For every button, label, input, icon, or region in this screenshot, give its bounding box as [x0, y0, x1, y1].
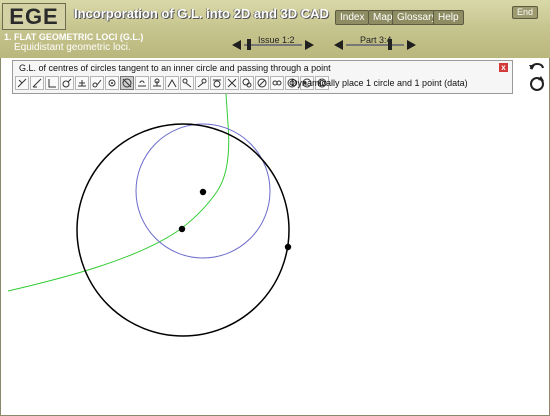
- tool-button-7[interactable]: [105, 76, 119, 90]
- help-button[interactable]: Help: [433, 10, 464, 25]
- issue-next-arrow-icon[interactable]: [305, 40, 314, 50]
- panel-hint: Dynamically place 1 circle and 1 point (…: [291, 78, 468, 88]
- tool-button-14[interactable]: [210, 76, 224, 90]
- section-title: 1. FLAT GEOMETRIC LOCI (G.L.): [4, 32, 144, 42]
- drawing-canvas[interactable]: [0, 94, 550, 414]
- tool-glyph-icon: [272, 80, 282, 86]
- tool-button-4[interactable]: [60, 76, 74, 90]
- tool-glyph-icon: [167, 78, 177, 88]
- tool-glyph-icon: [213, 79, 221, 88]
- tool-button-15[interactable]: [225, 76, 239, 90]
- part-slider-track[interactable]: [346, 44, 404, 46]
- tool-glyph-icon: [182, 78, 192, 88]
- tool-button-9[interactable]: [135, 76, 149, 90]
- issue-prev-arrow-icon[interactable]: [232, 40, 241, 50]
- tool-glyph-icon: [122, 78, 132, 88]
- tool-glyph-icon: [32, 78, 42, 88]
- tool-glyph-icon: [257, 78, 267, 88]
- part-next-arrow-icon[interactable]: [407, 40, 416, 50]
- part-prev-arrow-icon[interactable]: [334, 40, 343, 50]
- tool-glyph-icon: [227, 78, 237, 88]
- issue-slider-track[interactable]: [244, 44, 302, 46]
- app-title: Incorporation of G.L. into 2D and 3D CAD: [74, 6, 329, 21]
- tool-button-1[interactable]: [15, 76, 29, 90]
- panel-title: G.L. of centres of circles tangent to an…: [19, 63, 331, 73]
- tool-glyph-icon: [138, 80, 146, 87]
- section-subtitle: Equidistant geometric loci.: [14, 42, 131, 53]
- tool-button-18[interactable]: [270, 76, 284, 90]
- tool-button-12[interactable]: [180, 76, 194, 90]
- tool-glyph-icon: [78, 80, 86, 87]
- undo-arrow-icon[interactable]: [528, 60, 546, 72]
- tool-glyph-icon: [48, 79, 56, 88]
- redo-circle-icon[interactable]: [528, 74, 546, 92]
- tool-button-3[interactable]: [45, 76, 59, 90]
- tool-glyph-icon: [197, 78, 207, 88]
- tool-button-17[interactable]: [255, 76, 269, 90]
- index-button[interactable]: Index: [335, 10, 370, 25]
- tool-button-6[interactable]: [90, 76, 104, 90]
- inner-circle-center-point[interactable]: [199, 188, 207, 196]
- tool-button-10[interactable]: [150, 76, 164, 90]
- tool-button-16[interactable]: [240, 76, 254, 90]
- end-button[interactable]: End: [512, 6, 539, 19]
- locus-curve: [7, 94, 230, 292]
- tool-glyph-icon: [62, 78, 72, 88]
- tool-glyph-icon: [108, 79, 116, 87]
- locus-center-point[interactable]: [178, 225, 186, 233]
- tool-button-13[interactable]: [195, 76, 209, 90]
- tool-glyph-icon: [153, 78, 161, 87]
- tool-glyph-icon: [242, 78, 252, 88]
- tool-button-5[interactable]: [75, 76, 89, 90]
- tool-glyph-icon: [92, 79, 102, 88]
- tool-button-11[interactable]: [165, 76, 179, 90]
- header-bar: EGE Incorporation of G.L. into 2D and 3D…: [0, 0, 550, 58]
- construction-panel: G.L. of centres of circles tangent to an…: [12, 60, 513, 94]
- panel-close-button[interactable]: x: [499, 63, 508, 72]
- tool-button-8[interactable]: [120, 76, 134, 90]
- tool-glyph-icon: [17, 78, 27, 88]
- ege-logo: EGE: [2, 3, 66, 30]
- issue-slider-thumb[interactable]: [247, 39, 251, 50]
- given-point[interactable]: [284, 243, 292, 251]
- tool-button-2[interactable]: [30, 76, 44, 90]
- tool-bar: [15, 76, 330, 91]
- part-slider-thumb[interactable]: [388, 39, 392, 50]
